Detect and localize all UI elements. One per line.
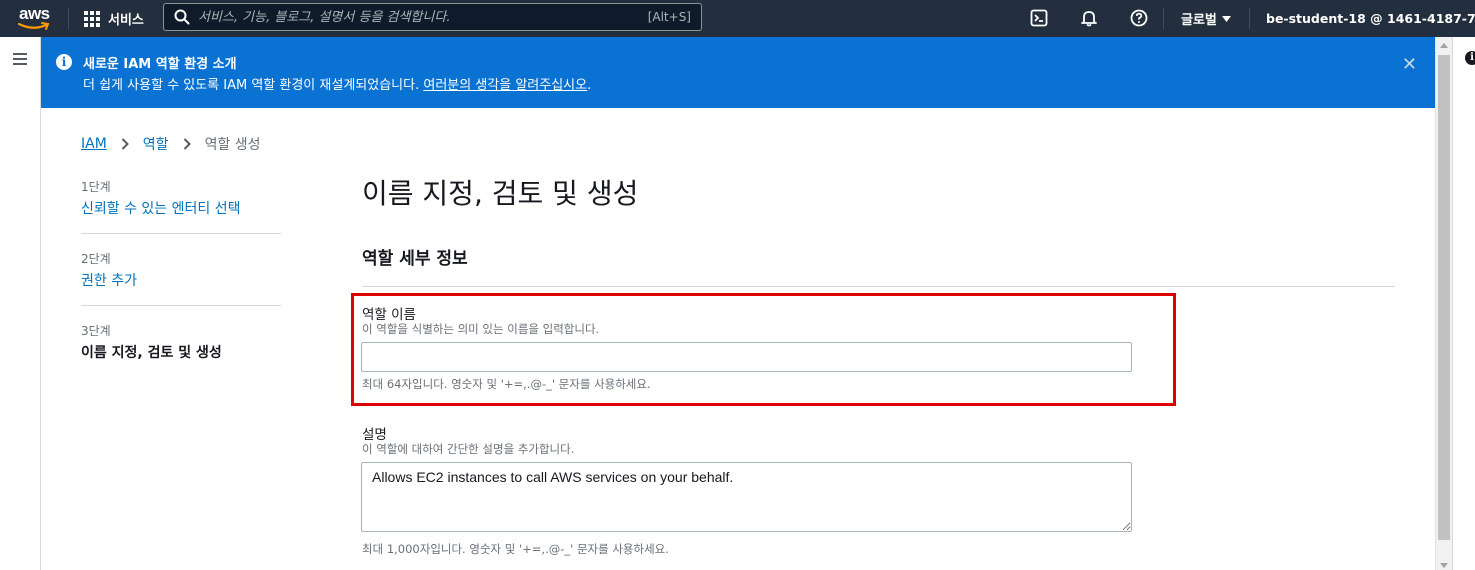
chevron-right-icon [183, 138, 191, 150]
menu-icon[interactable] [13, 53, 27, 68]
aws-logo-text: aws [19, 4, 50, 23]
description-textarea[interactable]: Allows EC2 instances to call AWS service… [361, 462, 1132, 532]
wizard-step-1: 1단계 신뢰할 수 있는 엔터티 선택 [81, 178, 281, 234]
aws-logo[interactable]: aws [18, 3, 52, 33]
grid-icon [84, 10, 100, 27]
search-icon [174, 9, 190, 25]
account-label: be-student-18 @ 1461-4187-7526 [1266, 11, 1475, 26]
role-name-constraint: 최대 64자입니다. 영숫자 및 '+=,.@-_' 문자를 사용하세요. [362, 377, 651, 391]
top-navigation: aws 서비스 [Alt+S] [0, 0, 1475, 37]
nav-divider [68, 8, 69, 29]
account-menu[interactable]: be-student-18 @ 1461-4187-7526 [1266, 0, 1475, 37]
nav-divider [1249, 8, 1250, 29]
wizard-step-2: 2단계 권한 추가 [81, 250, 281, 306]
main-content: IAM 역할 역할 생성 1단계 신뢰할 수 있는 엔터티 선택 2단계 권한 … [41, 108, 1435, 570]
info-icon: i [56, 54, 72, 70]
step-link-add-permissions[interactable]: 권한 추가 [81, 270, 281, 290]
role-name-description: 이 역할을 식별하는 의미 있는 이름을 입력합니다. [362, 322, 600, 336]
breadcrumb: IAM 역할 역할 생성 [81, 134, 261, 154]
help-panel-rail: i [1452, 37, 1475, 570]
cloudshell-button[interactable] [1029, 8, 1049, 28]
terminal-icon [1030, 9, 1048, 27]
region-selector[interactable]: 글로벌 [1181, 0, 1231, 37]
role-name-label: 역할 이름 [362, 307, 416, 323]
search-input[interactable] [198, 7, 638, 27]
section-title: 역할 세부 정보 [362, 249, 468, 269]
bell-icon [1081, 11, 1097, 27]
services-label: 서비스 [108, 13, 144, 28]
aws-smile-icon [18, 22, 50, 30]
help-button[interactable] [1129, 8, 1149, 28]
step-number: 3단계 [81, 324, 111, 338]
description-constraint: 최대 1,000자입니다. 영숫자 및 '+=,.@-_' 문자를 사용하세요. [362, 542, 669, 556]
page-title: 이름 지정, 검토 및 생성 [362, 177, 639, 210]
scrollbar-thumb[interactable] [1438, 55, 1450, 540]
info-flashbar: i 새로운 IAM 역할 환경 소개 더 쉽게 사용할 수 있도록 IAM 역할… [41, 37, 1435, 108]
step-link-trusted-entity[interactable]: 신뢰할 수 있는 엔터티 선택 [81, 198, 281, 218]
wizard-steps: 1단계 신뢰할 수 있는 엔터티 선택 2단계 권한 추가 3단계 이름 지정,… [81, 178, 281, 393]
step-current-name-review: 이름 지정, 검토 및 생성 [81, 345, 222, 361]
scroll-up-arrow-icon[interactable] [1440, 43, 1448, 48]
step-number: 1단계 [81, 180, 111, 194]
info-icon[interactable]: i [1465, 51, 1475, 65]
breadcrumb-roles[interactable]: 역할 [143, 134, 169, 154]
scroll-down-arrow-icon[interactable] [1440, 563, 1448, 568]
search-shortcut-hint: [Alt+S] [647, 10, 691, 24]
wizard-step-3: 3단계 이름 지정, 검토 및 생성 [81, 322, 281, 377]
breadcrumb-iam[interactable]: IAM [81, 136, 107, 152]
notifications-button[interactable] [1079, 8, 1099, 28]
breadcrumb-current: 역할 생성 [204, 137, 261, 153]
description-label: 설명 [362, 427, 387, 443]
description-help: 이 역할에 대하여 간단한 설명을 추가합니다. [362, 442, 575, 456]
side-navigation-rail [0, 37, 41, 570]
vertical-scrollbar[interactable] [1435, 37, 1452, 570]
step-number: 2단계 [81, 252, 111, 266]
section-divider [362, 286, 1395, 287]
flash-message: 더 쉽게 사용할 수 있도록 IAM 역할 환경이 재설계되었습니다. 여러분의… [83, 74, 591, 93]
search-box[interactable]: [Alt+S] [163, 3, 702, 31]
nav-divider [1163, 8, 1164, 29]
chevron-right-icon [121, 138, 129, 150]
close-icon[interactable]: ✕ [1402, 54, 1417, 75]
flash-body-text: 더 쉽게 사용할 수 있도록 IAM 역할 환경이 재설계되었습니다. [83, 78, 420, 93]
help-icon [1130, 9, 1148, 27]
feedback-link[interactable]: 여러분의 생각을 알려주십시오 [423, 78, 587, 93]
caret-down-icon [1221, 15, 1231, 22]
flash-title: 새로운 IAM 역할 환경 소개 [83, 57, 237, 72]
role-name-input[interactable] [361, 342, 1132, 372]
services-menu-button[interactable]: 서비스 [84, 0, 144, 37]
region-label: 글로벌 [1181, 13, 1217, 28]
flash-link-suffix: . [587, 78, 592, 93]
